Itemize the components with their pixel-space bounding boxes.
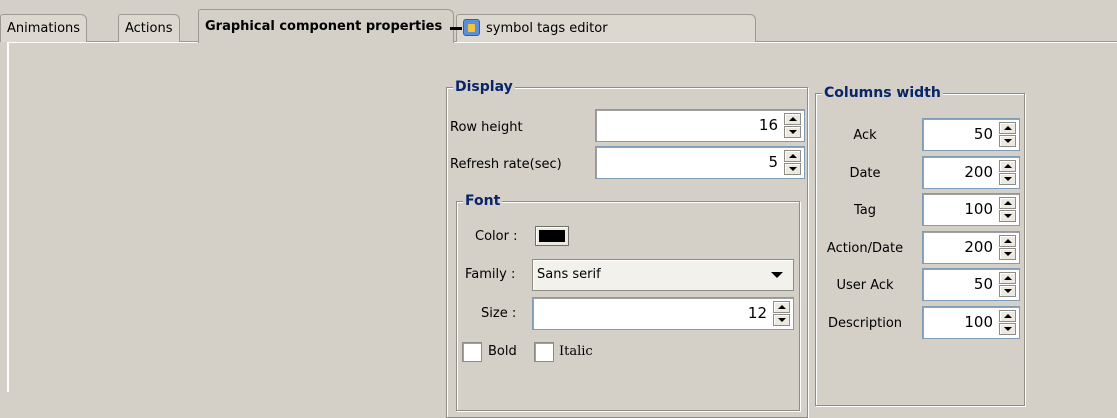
row-height-value[interactable]: 16 [759, 110, 778, 141]
font-size-value[interactable]: 12 [748, 298, 767, 329]
color-swatch [539, 230, 565, 242]
spin-buttons [999, 235, 1016, 260]
italic-checkbox[interactable] [534, 342, 554, 362]
decrement-arrow-icon[interactable] [784, 126, 801, 138]
font-group: Font Color : Family : Sans serif Size : … [456, 192, 800, 411]
decrement-arrow-icon[interactable] [999, 173, 1016, 185]
column-width-action-date[interactable]: 200 [922, 231, 1020, 264]
font-family-select[interactable]: Sans serif [532, 259, 794, 291]
increment-arrow-icon[interactable] [773, 301, 790, 313]
increment-arrow-icon[interactable] [999, 160, 1016, 172]
decrement-arrow-icon[interactable] [999, 323, 1016, 335]
tab-symbol-tags-editor[interactable]: symbol tags editor [456, 14, 756, 42]
column-width-value[interactable]: 100 [964, 307, 993, 338]
bold-label: Bold [488, 344, 517, 359]
column-label-tag: Tag [853, 203, 876, 218]
column-width-value[interactable]: 200 [964, 157, 993, 188]
column-width-value[interactable]: 100 [964, 194, 993, 225]
tab-actions[interactable]: Actions [118, 14, 180, 42]
column-width-value[interactable]: 50 [974, 119, 993, 150]
column-width-description[interactable]: 100 [922, 306, 1020, 339]
tab-animations[interactable]: Animations [0, 14, 88, 42]
column-label-date: Date [849, 166, 881, 181]
properties-panel: Display Row height 16 Refresh rate(sec) … [7, 42, 1117, 418]
tab-label: Actions [125, 21, 173, 36]
tab-label: symbol tags editor [486, 21, 608, 36]
color-picker-button[interactable] [535, 226, 569, 246]
columns-width-group: Columns width Ack 50 Date 200 Tag 100 Ac… [815, 84, 1025, 406]
column-label-user-ack: User Ack [836, 278, 894, 293]
spin-buttons [999, 122, 1016, 147]
size-label: Size : [481, 306, 517, 321]
tab-label: Animations [7, 21, 81, 36]
spin-buttons [784, 150, 801, 175]
decrement-arrow-icon[interactable] [999, 285, 1016, 297]
bold-checkbox[interactable] [462, 342, 482, 362]
decrement-arrow-icon[interactable] [773, 314, 790, 326]
row-height-label: Row height [450, 120, 523, 135]
increment-arrow-icon[interactable] [999, 272, 1016, 284]
tab-strip: Animations Actions Graphical component p… [0, 0, 1117, 43]
column-label-description: Description [827, 316, 903, 331]
display-group-title: Display [453, 78, 515, 96]
decrement-arrow-icon[interactable] [999, 248, 1016, 260]
display-group: Display Row height 16 Refresh rate(sec) … [446, 78, 808, 418]
column-label-action-date: Action/Date [826, 241, 904, 256]
spin-buttons [999, 272, 1016, 297]
columns-width-group-title: Columns width [822, 84, 943, 102]
column-width-tag[interactable]: 100 [922, 193, 1020, 226]
decrement-arrow-icon[interactable] [999, 210, 1016, 222]
chevron-down-icon[interactable] [771, 272, 783, 278]
increment-arrow-icon[interactable] [999, 197, 1016, 209]
column-width-value[interactable]: 200 [964, 232, 993, 263]
font-group-title: Font [463, 192, 503, 210]
minimize-icon[interactable] [450, 27, 463, 30]
increment-arrow-icon[interactable] [999, 122, 1016, 134]
increment-arrow-icon[interactable] [784, 113, 801, 125]
tab-label: Graphical component properties [205, 19, 443, 34]
refresh-rate-label: Refresh rate(sec) [450, 157, 562, 172]
font-size-spinbox[interactable]: 12 [532, 297, 794, 330]
decrement-arrow-icon[interactable] [999, 135, 1016, 147]
refresh-rate-value[interactable]: 5 [768, 147, 778, 178]
tab-graphical-component-properties[interactable]: Graphical component properties [198, 9, 463, 43]
column-label-ack: Ack [853, 128, 877, 143]
spin-buttons [773, 301, 790, 326]
spin-buttons [784, 113, 801, 138]
column-width-ack[interactable]: 50 [922, 118, 1020, 151]
font-family-value: Sans serif [537, 267, 601, 282]
column-width-user-ack[interactable]: 50 [922, 268, 1020, 301]
decrement-arrow-icon[interactable] [784, 163, 801, 175]
italic-label: Italic [559, 344, 593, 359]
column-width-value[interactable]: 50 [974, 269, 993, 300]
increment-arrow-icon[interactable] [999, 235, 1016, 247]
spin-buttons [999, 160, 1016, 185]
refresh-rate-spinbox[interactable]: 5 [595, 146, 805, 179]
spin-buttons [999, 310, 1016, 335]
tag-editor-icon [463, 19, 480, 36]
increment-arrow-icon[interactable] [784, 150, 801, 162]
color-label: Color : [475, 229, 518, 244]
family-label: Family : [465, 267, 516, 282]
increment-arrow-icon[interactable] [999, 310, 1016, 322]
row-height-spinbox[interactable]: 16 [595, 109, 805, 142]
spin-buttons [999, 197, 1016, 222]
column-width-date[interactable]: 200 [922, 156, 1020, 189]
